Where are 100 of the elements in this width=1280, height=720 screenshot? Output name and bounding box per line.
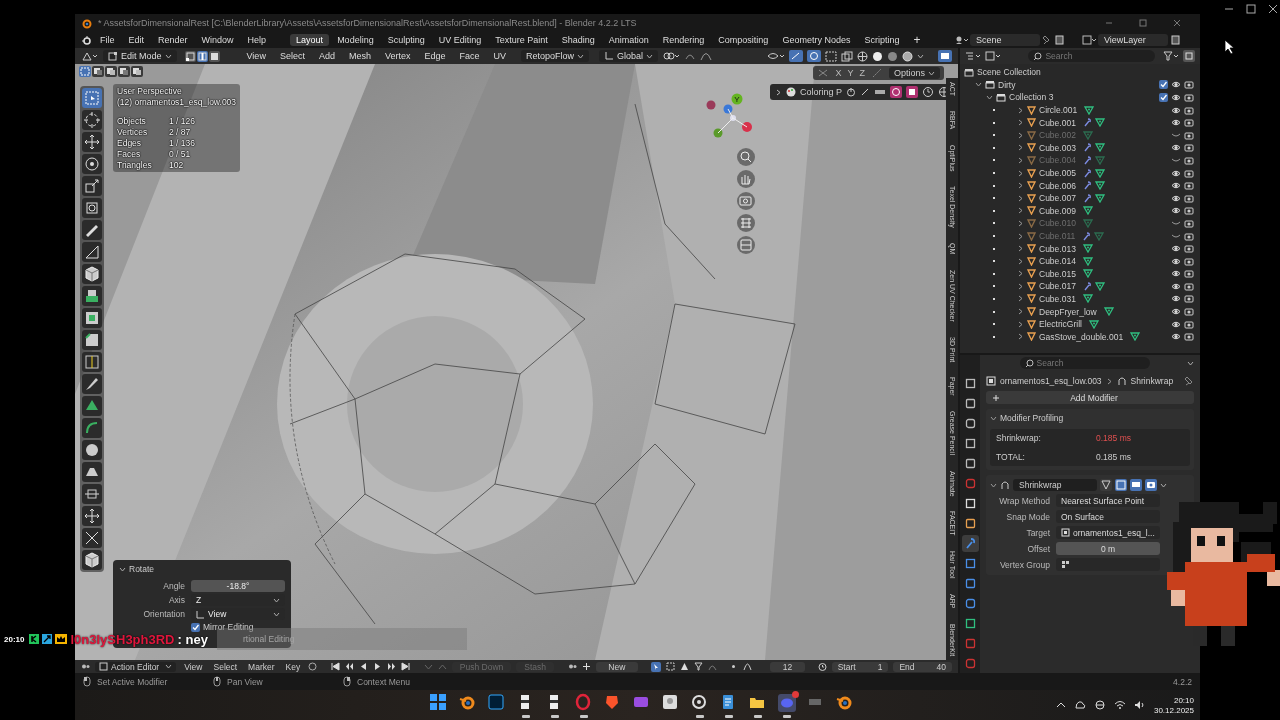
outliner-item[interactable]: Dirty (998, 79, 1016, 90)
number-field[interactable]: -18.8° (191, 580, 285, 592)
number-field[interactable]: 0 m (1056, 542, 1160, 555)
panel-title: Modifier Profiling (1000, 413, 1064, 423)
stat-value: 1 / 126 (169, 116, 196, 126)
outliner-item[interactable]: Cube.007 (1039, 193, 1076, 204)
end-frame-field[interactable]: End 40 (893, 661, 952, 672)
status-hint: Context Menu (357, 676, 410, 687)
version-label: 4.2.2 (1173, 676, 1192, 687)
stat-label: Edges (117, 138, 143, 148)
outliner-item[interactable]: Circle.001 (1039, 105, 1078, 116)
dropdown-field[interactable]: Nearest Surface Point (1056, 494, 1160, 507)
workspace-tab[interactable]: Animation (602, 34, 655, 46)
options-dropdown[interactable]: Options (888, 67, 940, 79)
profiling-label: TOTAL: (996, 452, 1026, 462)
menu-item[interactable]: Help (241, 34, 273, 46)
menu-item[interactable]: Edit (122, 34, 151, 46)
workspace-tab[interactable]: Scripting (858, 34, 906, 46)
menu-item[interactable]: View (181, 661, 206, 672)
menu-item[interactable]: Select (210, 661, 241, 672)
breadcrumb-item: ornamentos1_esq_low.003 (1000, 376, 1102, 386)
outliner-item[interactable]: Scene Collection (977, 67, 1041, 78)
stat-label: Triangles (117, 160, 153, 170)
search-field[interactable]: Search (1028, 50, 1155, 62)
view-layer-field[interactable]: ViewLayer (1098, 34, 1168, 46)
profiling-value: 0.185 ms (1096, 433, 1132, 443)
checkbox-label: Mirror Editing (203, 622, 254, 632)
window-title: * AssetsforDimensionalRest [C:\BlenderLibrary\Assets\AssetsforDimensionalRest\AssetsforDimensionalRest.blend] - Blender 4.2.2 LTS (98, 18, 637, 28)
outliner-item[interactable]: ElectricGrill (1039, 319, 1082, 330)
start-frame-field[interactable]: Start 1 (831, 661, 889, 672)
menu-item[interactable]: Add (313, 51, 340, 61)
field-label: Vertex Group (998, 559, 1050, 570)
workspace-tab[interactable]: Sculpting (381, 34, 431, 46)
addon-dropdown[interactable]: RetopoFlow (521, 50, 590, 62)
add-modifier-button[interactable]: Add Modifier (986, 391, 1194, 404)
workspace-tab[interactable]: Modeling (331, 34, 380, 46)
object-field[interactable]: ornamentos1_esq_l... (1056, 526, 1160, 539)
profiling-label: Shrinkwrap: (996, 433, 1042, 443)
outliner-item[interactable]: Cube.017 (1039, 281, 1076, 292)
panel-title: Coloring P (800, 87, 843, 97)
editor-dropdown[interactable]: Action Editor (95, 661, 177, 672)
outliner-item[interactable]: DeepFryer_low (1039, 306, 1097, 317)
outliner-item[interactable]: GasStove_double.001 (1039, 331, 1124, 342)
workspace-tab[interactable]: Texture Paint (489, 34, 554, 46)
frame-field[interactable]: 12 (769, 661, 806, 672)
menu-item[interactable]: Marker (245, 661, 278, 672)
status-hint: Set Active Modifier (97, 676, 169, 687)
clock-time: 20:10 (1173, 695, 1194, 705)
menu-item[interactable]: Face (454, 51, 485, 61)
workspace-tab[interactable]: Layout (290, 34, 330, 46)
stat-label: Faces (117, 149, 142, 159)
field-label: Offset (1026, 543, 1050, 554)
outliner-item[interactable]: Cube.005 (1039, 168, 1076, 179)
outliner-item[interactable]: Cube.003 (1039, 142, 1076, 153)
axis-label: Y (734, 95, 740, 104)
workspace-tab[interactable]: Shading (555, 34, 601, 46)
outliner-item[interactable]: Cube.031 (1039, 294, 1076, 304)
outliner-item[interactable]: Cube.009 (1039, 205, 1076, 216)
axis-toggle[interactable]: X (835, 68, 842, 78)
add-workspace-button[interactable]: + (907, 33, 927, 47)
stat-value: 0 / 51 (169, 149, 192, 159)
outliner-item[interactable]: Cube.014 (1039, 256, 1076, 267)
outliner-item[interactable]: Cube.013 (1039, 243, 1076, 254)
menu-item[interactable]: Key (282, 661, 304, 672)
axis-toggle[interactable]: Z (859, 68, 865, 78)
outliner-item[interactable]: Cube.015 (1039, 268, 1076, 279)
field-label: Wrap Method (998, 495, 1050, 506)
menu-item[interactable]: Select (274, 51, 310, 61)
modifier-name-field[interactable]: Shrinkwrap (1013, 479, 1097, 491)
axis-toggle[interactable]: Y (847, 68, 854, 78)
menu-item[interactable]: Mesh (343, 51, 376, 61)
search-field[interactable]: Search (1019, 357, 1150, 369)
workspace-tab[interactable]: Rendering (656, 34, 711, 46)
outliner-item[interactable]: Cube.001 (1039, 117, 1076, 128)
profiling-value: 0.185 ms (1096, 452, 1132, 462)
scene-field[interactable]: Scene (970, 34, 1040, 46)
breadcrumb-item: Shrinkwrap (1130, 376, 1174, 386)
panel-title: Rotate (129, 564, 155, 574)
field-label: Axis (167, 595, 185, 605)
stat-value: 1 / 136 (169, 138, 196, 148)
menu-item[interactable]: Edge (419, 51, 451, 61)
workspace-tab[interactable]: UV Editing (432, 34, 488, 46)
menu-item[interactable]: View (241, 51, 271, 61)
stat-value: 2 / 87 (169, 127, 192, 137)
field-label: Target (1025, 527, 1050, 538)
workspace-tab[interactable]: Geometry Nodes (776, 34, 857, 46)
menu-item[interactable]: UV (488, 51, 511, 61)
dropdown-field[interactable]: On Surface (1056, 510, 1160, 523)
menu-item[interactable]: Render (152, 34, 194, 46)
new-action-button[interactable]: New (595, 661, 638, 672)
menu-item[interactable]: Window (195, 34, 240, 46)
outliner-item[interactable]: Collection 3 (1009, 92, 1054, 103)
orientation-dropdown[interactable]: Global (599, 50, 659, 62)
mode-dropdown[interactable]: Edit Mode (103, 50, 177, 62)
menu-item[interactable]: Vertex (379, 51, 416, 61)
menu-item[interactable]: File (94, 34, 121, 46)
stat-value: 102 (169, 160, 185, 170)
chat-time: 20:10 (4, 634, 25, 644)
workspace-tab[interactable]: Compositing (712, 34, 775, 46)
outliner-item[interactable]: Cube.006 (1039, 180, 1076, 191)
